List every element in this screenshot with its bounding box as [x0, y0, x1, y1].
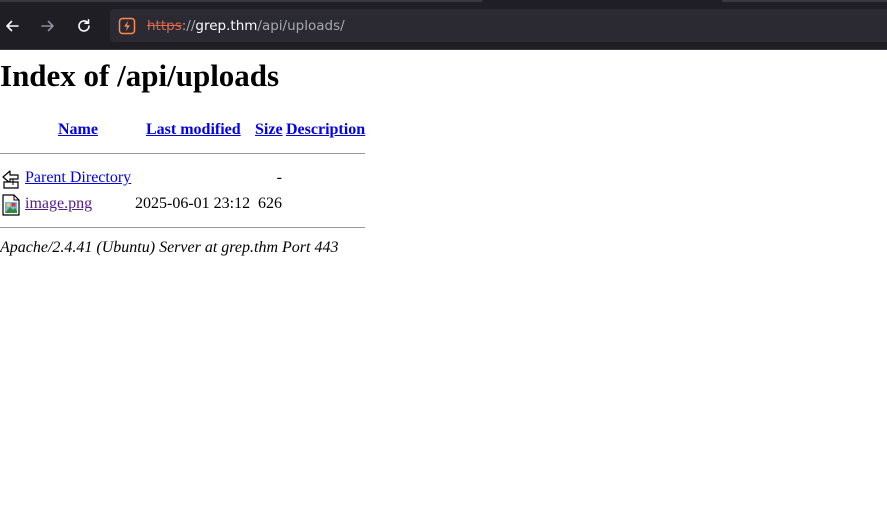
- insecure-https-icon[interactable]: [118, 17, 136, 35]
- column-header-name: Name: [58, 121, 98, 139]
- back-folder-icon: [2, 170, 19, 189]
- back-button[interactable]: [0, 14, 24, 38]
- arrow-left-icon: [6, 20, 19, 32]
- image-file-icon: [2, 194, 20, 216]
- server-signature: Apache/2.4.41 (Ubuntu) Server at grep.th…: [0, 239, 339, 256]
- column-header-size: Size: [255, 121, 283, 139]
- forward-button[interactable]: [36, 14, 60, 38]
- address-bar[interactable]: https://grep.thm/api/uploads/: [110, 9, 887, 42]
- footer-divider: [0, 227, 365, 228]
- url-scheme: https: [147, 18, 182, 34]
- browser-toolbar: https://grep.thm/api/uploads/: [0, 0, 887, 50]
- column-header-description: Description: [286, 121, 365, 139]
- tab-strip-edge: [722, 0, 887, 2]
- header-divider: [0, 153, 365, 154]
- url-separator: ://: [181, 18, 196, 34]
- parent-directory-link[interactable]: Parent Directory: [25, 169, 131, 186]
- table-row: Parent Directory -: [0, 169, 365, 191]
- size-cell: -: [276, 169, 282, 186]
- reload-icon: [78, 19, 90, 32]
- tab-strip-edge: [0, 0, 482, 2]
- sort-by-description-link[interactable]: Description: [286, 121, 365, 138]
- page-title: Index of /api/uploads: [0, 58, 280, 93]
- arrow-right-icon: [41, 20, 54, 32]
- sort-by-size-link[interactable]: Size: [255, 121, 283, 138]
- column-header-last-modified: Last modified: [146, 121, 241, 139]
- url-text[interactable]: https://grep.thm/api/uploads/: [147, 17, 345, 35]
- size-cell: 626: [258, 195, 282, 212]
- modified-cell: 2025-06-01 23:12: [135, 195, 251, 212]
- url-host: grep.thm: [195, 18, 258, 34]
- sort-by-name-link[interactable]: Name: [58, 121, 98, 138]
- sort-by-last-modified-link[interactable]: Last modified: [146, 121, 241, 138]
- reload-button[interactable]: [72, 14, 96, 38]
- file-link-image-png[interactable]: image.png: [25, 195, 92, 212]
- table-row: image.png 2025-06-01 23:12 626: [0, 194, 365, 217]
- url-path: /api/uploads/: [257, 18, 345, 34]
